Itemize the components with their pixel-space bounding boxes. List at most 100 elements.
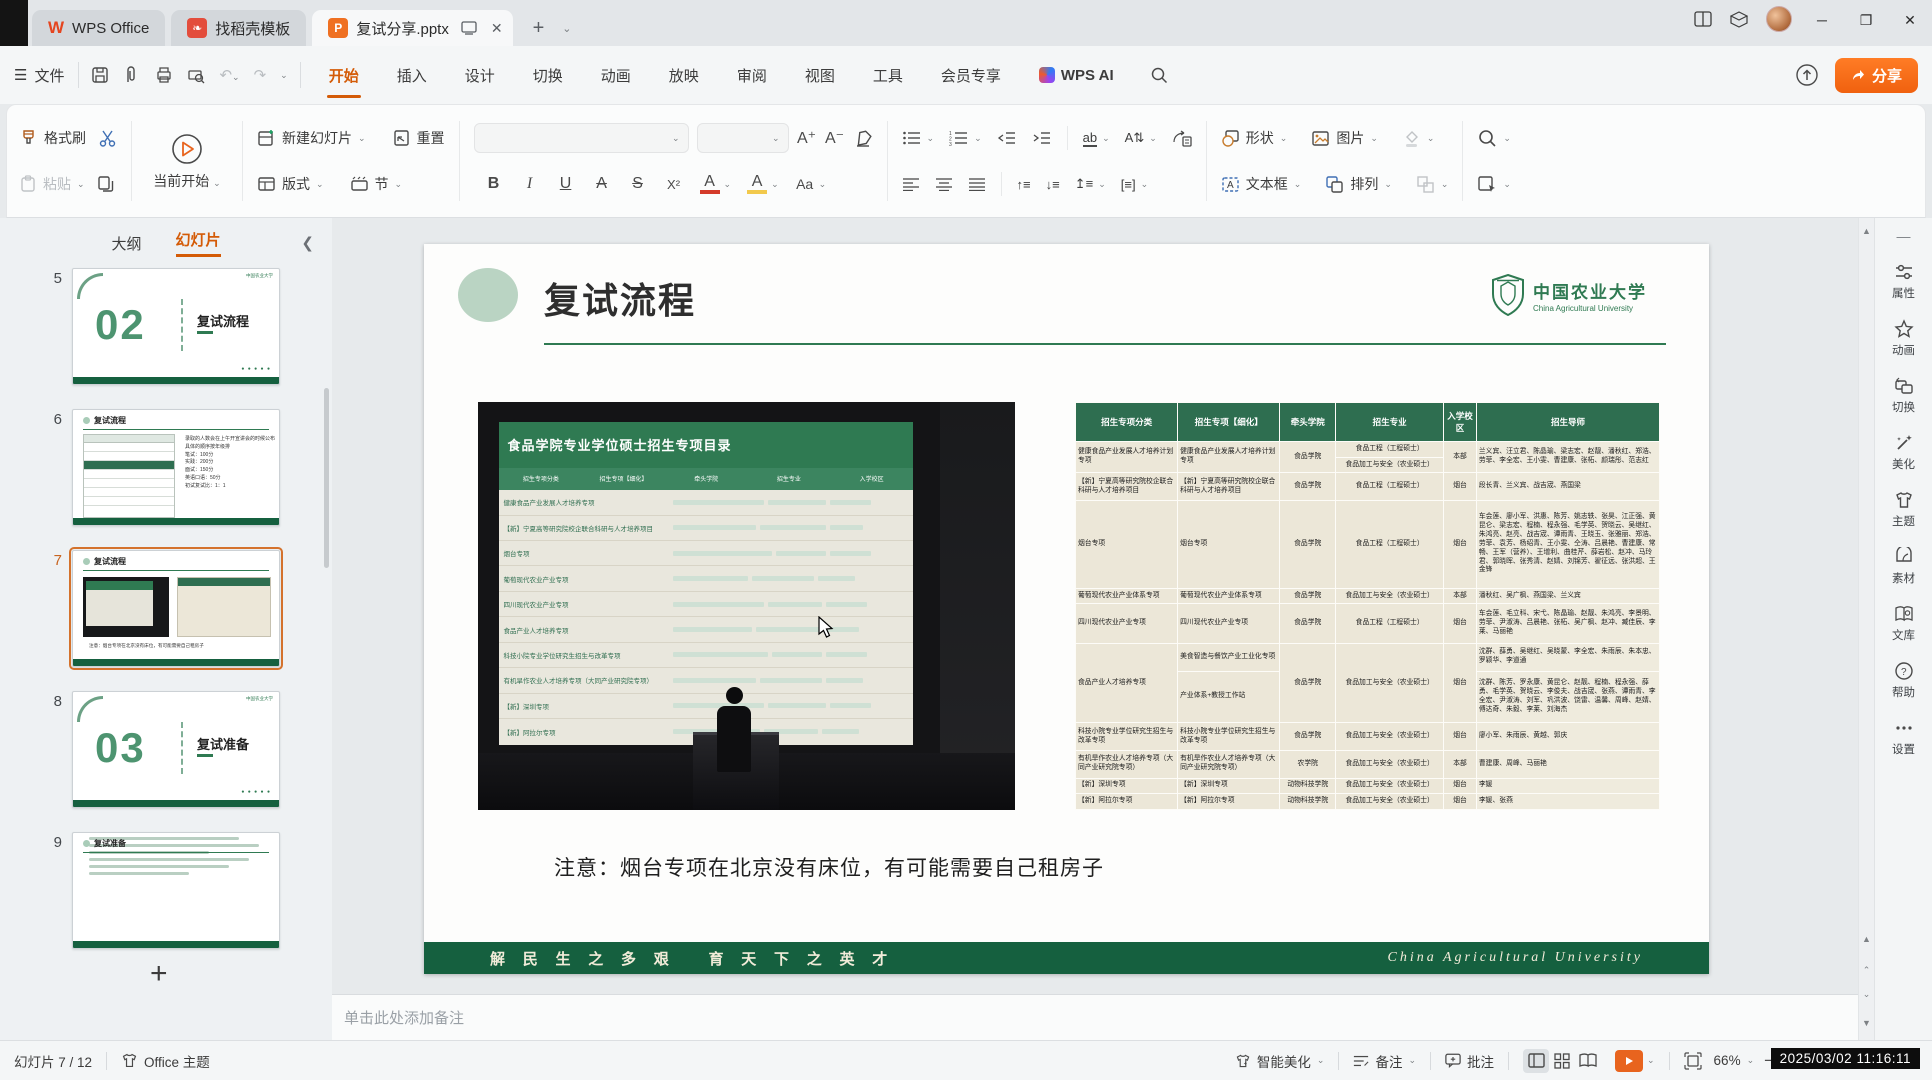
integrate-mode-icon[interactable]: [461, 21, 477, 35]
slide-editing-area[interactable]: 复试流程 中国农业大学 China Agricultural Universit…: [424, 244, 1709, 974]
clear-format-icon[interactable]: [853, 129, 873, 147]
fill-color-button[interactable]: ⌄: [1402, 129, 1435, 148]
file-menu[interactable]: ☰ 文件: [14, 65, 64, 86]
slide-thumbnail-7-selected[interactable]: 复试流程 注意：烟台专项在北京没有床位，有可能需要自己租房子: [72, 550, 280, 667]
superscript-icon[interactable]: X²: [664, 177, 684, 192]
reset-button[interactable]: 重置: [392, 128, 445, 148]
customize-toolbar-icon[interactable]: ⌄: [280, 70, 288, 81]
lecture-photo[interactable]: 食品学院专业学位硕士招生专项目录 招生专项分类招生专项【细化】 牵头学院招生专业…: [478, 402, 1015, 810]
menu-member[interactable]: 会员专享: [939, 59, 1003, 92]
sidebar-item-properties[interactable]: 属性: [1875, 254, 1932, 309]
account-avatar[interactable]: [1766, 6, 1792, 32]
redo-icon[interactable]: ↷: [254, 66, 267, 84]
sidebar-item-animation[interactable]: 动画: [1875, 311, 1932, 366]
undo-icon[interactable]: ↶⌄: [219, 66, 239, 84]
section-button[interactable]: 节⌄: [350, 174, 403, 194]
sidebar-item-library[interactable]: 文库: [1875, 596, 1932, 651]
bullets-icon[interactable]: [902, 130, 922, 146]
picture-button[interactable]: 图片⌄: [1311, 128, 1378, 148]
canvas-scrollbar[interactable]: ▲ ▲ ⌃ ⌄ ▼: [1858, 218, 1874, 1040]
ribbon-search-icon[interactable]: [1150, 66, 1168, 84]
skin-settings-icon[interactable]: [1730, 11, 1748, 28]
slide-thumbnail-9[interactable]: 复试准备: [72, 832, 280, 949]
char-spacing-icon[interactable]: ab: [1083, 130, 1097, 147]
print-preview-icon[interactable]: [187, 66, 205, 84]
selection-pane-button[interactable]: ⌄: [1477, 175, 1511, 193]
sidebar-item-settings[interactable]: 设置: [1875, 710, 1932, 765]
increase-font-icon[interactable]: A⁺: [797, 128, 817, 148]
align-center-icon[interactable]: [935, 177, 953, 191]
find-replace-button[interactable]: ⌄: [1477, 128, 1511, 148]
text-align-box-icon[interactable]: [≡]: [1121, 177, 1136, 192]
shadow-icon[interactable]: S: [628, 175, 648, 193]
sidebar-collapse-icon[interactable]: —: [1897, 228, 1911, 244]
menu-insert[interactable]: 插入: [395, 59, 429, 92]
notes-toggle-button[interactable]: 备注⌄: [1353, 1051, 1416, 1071]
italic-icon[interactable]: I: [520, 175, 540, 193]
underline-icon[interactable]: U: [556, 175, 576, 193]
share-button[interactable]: 分享: [1835, 58, 1918, 93]
menu-design[interactable]: 设计: [463, 59, 497, 92]
font-color-icon[interactable]: A: [700, 174, 720, 194]
tab-docer-templates[interactable]: ❧ 找稻壳模板: [171, 10, 306, 46]
menu-slideshow[interactable]: 放映: [667, 59, 701, 92]
layout-button[interactable]: 版式⌄: [257, 174, 324, 194]
font-family-combobox[interactable]: ⌄: [474, 123, 689, 153]
increase-indent-icon[interactable]: [1032, 130, 1052, 146]
distribute-icon[interactable]: [968, 177, 986, 191]
slide-sorter-view-button[interactable]: [1549, 1049, 1575, 1073]
menu-wps-ai[interactable]: WPS AI: [1037, 61, 1116, 90]
sidebar-item-help[interactable]: ? 帮助: [1875, 653, 1932, 708]
normal-view-button[interactable]: [1523, 1049, 1549, 1073]
notes-input-area[interactable]: 单击此处添加备注: [332, 994, 1858, 1040]
cloud-upload-icon[interactable]: [1795, 63, 1819, 87]
previous-slide-icon[interactable]: ⌃: [1859, 965, 1874, 976]
scroll-down-icon[interactable]: ▲: [1859, 934, 1874, 944]
slide-note-text[interactable]: 注意：烟台专项在北京没有床位，有可能需要自己租房子: [554, 852, 1104, 882]
play-from-current-button[interactable]: 当前开始 ⌄: [144, 113, 230, 209]
add-slide-button[interactable]: +: [150, 957, 332, 991]
shapes-button[interactable]: 形状⌄: [1221, 128, 1288, 148]
new-slide-button[interactable]: 新建幻灯片⌄: [257, 128, 366, 148]
group-button[interactable]: ⌄: [1416, 175, 1449, 194]
tab-wps-home[interactable]: W WPS Office: [32, 10, 165, 46]
fit-slide-icon[interactable]: [1684, 1052, 1702, 1070]
menu-home[interactable]: 开始: [327, 59, 361, 92]
columns-icon[interactable]: ↥≡: [1075, 176, 1093, 192]
reading-view-button[interactable]: [1575, 1049, 1601, 1073]
cut-icon[interactable]: [98, 129, 117, 148]
numbering-icon[interactable]: 123: [949, 130, 969, 146]
slide-thumbnail-6[interactable]: 复试流程 录取的人数会在上午开宣讲会的时候公布 具体的顺序按年级排 笔试：100…: [72, 409, 280, 526]
strikethrough-icon[interactable]: A: [592, 175, 612, 193]
sidebar-item-assets[interactable]: 素材: [1875, 539, 1932, 594]
slide-thumbnail-5[interactable]: 中国农业大学 02 复试流程 ● ● ● ● ●: [72, 268, 280, 385]
convert-smartart-icon[interactable]: [1172, 130, 1192, 147]
bold-icon[interactable]: B: [484, 175, 504, 193]
comments-button[interactable]: 批注: [1445, 1051, 1494, 1071]
slide-title[interactable]: 复试流程: [544, 272, 696, 324]
arrange-button[interactable]: 排列⌄: [1325, 174, 1392, 194]
decrease-font-icon[interactable]: A⁻: [825, 128, 845, 148]
menu-animation[interactable]: 动画: [599, 59, 633, 92]
collapse-panel-icon[interactable]: ❮: [301, 234, 314, 252]
admission-table[interactable]: 招生专项分类招生专项【细化】 牵头学院招生专业 入学校区招生导师 健康食品产业发…: [1075, 402, 1660, 810]
sidebar-item-transition[interactable]: 切换: [1875, 368, 1932, 423]
menu-transition[interactable]: 切换: [531, 59, 565, 92]
text-direction-icon[interactable]: A⇅: [1125, 130, 1145, 146]
textbox-button[interactable]: A 文本框⌄: [1221, 174, 1302, 194]
print-icon[interactable]: [155, 66, 173, 84]
paragraph-spacing-icon[interactable]: ↓≡: [1046, 177, 1060, 192]
new-tab-icon[interactable]: +: [533, 17, 545, 40]
copy-icon[interactable]: [97, 175, 115, 193]
scroll-up-icon[interactable]: ▲: [1859, 226, 1874, 236]
tab-document[interactable]: P 复试分享.pptx ✕: [312, 10, 512, 46]
tab-list-chevron-icon[interactable]: ⌄: [562, 22, 571, 35]
zoom-percent[interactable]: 66%: [1714, 1053, 1741, 1068]
restore-button[interactable]: ❐: [1844, 0, 1888, 40]
highlight-color-icon[interactable]: A: [747, 174, 767, 194]
close-button[interactable]: ✕: [1888, 0, 1932, 40]
format-painter-button[interactable]: 格式刷: [19, 128, 86, 148]
paste-button[interactable]: 粘贴⌄: [19, 174, 85, 194]
menu-view[interactable]: 视图: [803, 59, 837, 92]
minimize-button[interactable]: ─: [1800, 0, 1844, 40]
